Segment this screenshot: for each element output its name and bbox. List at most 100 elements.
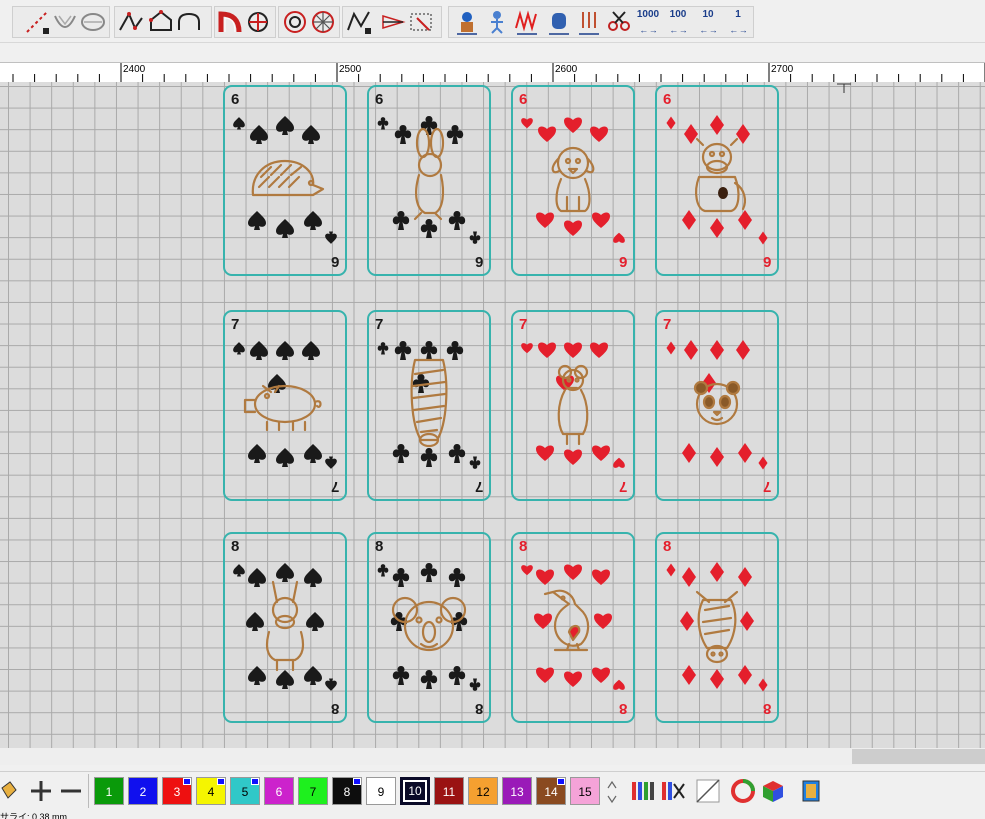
color-swatch-label: 9 <box>377 785 385 799</box>
spade-corner-pip <box>233 117 245 130</box>
color-swatch-12[interactable]: 12 <box>468 777 498 805</box>
diamond-pip <box>684 124 698 144</box>
select-nodes-button[interactable] <box>407 8 435 36</box>
heart-corner-pip <box>613 679 625 690</box>
arc-shape-button[interactable] <box>175 8 203 36</box>
bird-embroidery <box>543 589 590 652</box>
card-8-diamond[interactable]: 88 <box>655 532 779 723</box>
direction-button[interactable] <box>379 8 407 36</box>
dog-embroidery <box>551 146 595 213</box>
color-swatch-6[interactable]: 6 <box>264 777 294 805</box>
satin-circle-button[interactable] <box>245 8 273 36</box>
diamond-pip <box>738 665 752 685</box>
stitch-count-100-arrows[interactable]: ← → <box>663 25 693 35</box>
color-swatch-3[interactable]: 3 <box>162 777 192 805</box>
color-swatch-1[interactable]: 1 <box>94 777 124 805</box>
ring-tool-button[interactable] <box>79 8 107 36</box>
card-7-heart[interactable]: 77 <box>511 310 635 501</box>
stitch-count-10[interactable]: 10 <box>693 9 723 20</box>
card-6-club[interactable]: 66 <box>367 85 491 276</box>
spade-pip <box>304 211 322 230</box>
diamond-corner-pip <box>758 231 768 245</box>
horizontal-ruler: 2400 2500 2600 2700 <box>0 62 985 83</box>
card-8-spade[interactable]: 88 <box>223 532 347 723</box>
card-rank-inverted: 8 <box>618 700 627 717</box>
stitch-count-100[interactable]: 100 <box>663 9 693 20</box>
card-artwork <box>521 117 625 243</box>
used-color-marker-icon <box>251 778 259 785</box>
donkey-embroidery <box>265 580 305 672</box>
club-corner-pip <box>377 564 389 577</box>
horizontal-scrollbar[interactable] <box>0 748 985 765</box>
stitch-pot-button[interactable] <box>453 8 481 36</box>
card-7-diamond[interactable]: 77 <box>655 310 779 501</box>
node-tools-group <box>342 6 442 38</box>
sort-colors-button[interactable] <box>630 778 656 804</box>
add-color-button[interactable] <box>28 778 54 804</box>
color-swatch-11[interactable]: 11 <box>434 777 464 805</box>
zigzag-button[interactable] <box>513 8 541 36</box>
crosshair-cursor-icon <box>837 83 851 93</box>
spool-button[interactable] <box>545 8 573 36</box>
heart-pip <box>564 671 582 687</box>
spade-corner-pip <box>325 678 337 691</box>
used-color-marker-icon <box>217 778 225 785</box>
diamond-pip <box>738 443 752 463</box>
card-8-heart[interactable]: 88 <box>511 532 635 723</box>
pentagon-button[interactable] <box>147 8 175 36</box>
thread-spool-button[interactable] <box>798 778 824 804</box>
remove-color-button[interactable] <box>58 778 84 804</box>
color-cube-button[interactable] <box>760 778 786 804</box>
color-swatch-10[interactable]: 10 <box>400 777 430 805</box>
needle-button[interactable] <box>575 8 603 36</box>
spade-corner-pip <box>325 456 337 469</box>
stitch-count-1[interactable]: 1 <box>723 9 753 20</box>
scrollbar-thumb[interactable] <box>852 749 985 764</box>
color-swatch-15[interactable]: 15 <box>570 777 600 805</box>
satin-column-button[interactable] <box>217 8 245 36</box>
card-rank-inverted: 7 <box>762 478 771 495</box>
card-6-spade[interactable]: 66 <box>223 85 347 276</box>
card-rank: 8 <box>231 538 240 555</box>
color-swatch-5[interactable]: 5 <box>230 777 260 805</box>
star-fill-button[interactable] <box>309 8 337 36</box>
color-swatch-8[interactable]: 8 <box>332 777 362 805</box>
card-6-heart[interactable]: 66 <box>511 85 635 276</box>
color-swatch-13[interactable]: 13 <box>502 777 532 805</box>
color-swatch-9[interactable]: 9 <box>366 777 396 805</box>
card-rank: 6 <box>519 91 528 108</box>
club-pip <box>420 563 438 582</box>
color-swatch-4[interactable]: 4 <box>196 777 226 805</box>
card-7-club[interactable]: 77 <box>367 310 491 501</box>
card-artwork <box>666 115 768 245</box>
stitch-count-1000-arrows[interactable]: ← → <box>633 25 663 35</box>
stitch-figure-button[interactable] <box>483 8 511 36</box>
curve-tool-button[interactable] <box>51 8 79 36</box>
color-scroll[interactable] <box>604 778 620 806</box>
scissors-button[interactable] <box>605 8 633 36</box>
design-canvas[interactable]: 666666667777777788888888 <box>0 82 985 748</box>
node-edit-button[interactable] <box>345 8 373 36</box>
color-swatch-2[interactable]: 2 <box>128 777 158 805</box>
color-swatch-14[interactable]: 14 <box>536 777 566 805</box>
color-wheel-button[interactable] <box>730 778 756 804</box>
club-pip <box>392 666 410 685</box>
stitch-count-10-arrows[interactable]: ← → <box>693 25 723 35</box>
card-6-diamond[interactable]: 66 <box>655 85 779 276</box>
circle-fill-button[interactable] <box>281 8 309 36</box>
plus-icon <box>31 781 51 801</box>
paint-bucket-button[interactable] <box>0 778 20 804</box>
color-swatch-7[interactable]: 7 <box>298 777 328 805</box>
card-8-club[interactable]: 88 <box>367 532 491 723</box>
stitch-count-1000[interactable]: 1000 <box>633 9 663 20</box>
line-tool-button[interactable] <box>23 8 51 36</box>
color-swatch-label: 14 <box>544 785 558 799</box>
polyline-button[interactable] <box>117 8 145 36</box>
stitch-count-1-arrows[interactable]: ← → <box>723 25 753 35</box>
no-color-button[interactable] <box>695 778 721 804</box>
card-rank: 6 <box>231 91 240 108</box>
spade-pip <box>302 341 320 360</box>
club-corner-pip <box>469 231 481 244</box>
delete-color-button[interactable] <box>660 778 686 804</box>
card-7-spade[interactable]: 77 <box>223 310 347 501</box>
